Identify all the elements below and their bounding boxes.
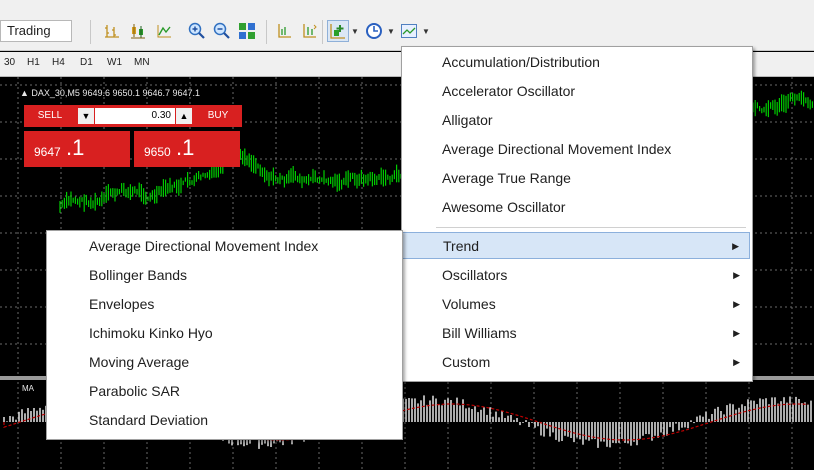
- menu-item-ichimoku-kinko-hyo[interactable]: Ichimoku Kinko Hyo: [47, 320, 400, 347]
- volume-increase-button[interactable]: ▲: [176, 108, 192, 124]
- submenu-arrow-icon: ▶: [733, 299, 740, 309]
- chevron-down-icon[interactable]: ▼: [351, 27, 359, 36]
- bar-chart-icon[interactable]: [101, 20, 123, 42]
- toolbar-separator: [266, 20, 267, 44]
- indicators-icon[interactable]: [327, 20, 349, 42]
- menu-item-label: Average True Range: [442, 170, 571, 186]
- menu-item-label: Ichimoku Kinko Hyo: [89, 325, 213, 341]
- tile-windows-icon[interactable]: [236, 20, 258, 42]
- volume-decrease-button[interactable]: ▼: [78, 108, 94, 124]
- chart-symbol-info: ▲ DAX_30,M5 9649.6 9650.1 9646.7 9647.1: [20, 88, 201, 98]
- trend-submenu: Average Directional Movement Index Bolli…: [46, 230, 403, 440]
- zoom-out-icon[interactable]: [211, 20, 233, 42]
- timeframe-w1[interactable]: W1: [107, 57, 122, 68]
- submenu-arrow-icon: ▶: [733, 328, 740, 338]
- menu-item-label: Volumes: [442, 296, 496, 312]
- buy-price-button[interactable]: 9650 .1: [134, 131, 240, 167]
- sell-price-button[interactable]: 9647 .1: [24, 131, 130, 167]
- one-click-trading-panel: SELL ▼ 0.30 ▲ BUY 9647 .1 9650 .1: [24, 105, 242, 167]
- menu-item-trend[interactable]: Trend ▶: [402, 232, 750, 259]
- menu-item-bollinger-bands[interactable]: Bollinger Bands: [47, 262, 400, 289]
- autoscroll-icon[interactable]: [298, 20, 320, 42]
- timeframe-h1[interactable]: H1: [27, 57, 40, 68]
- zoom-in-icon[interactable]: [186, 20, 208, 42]
- timeframe-d1[interactable]: D1: [80, 57, 93, 68]
- timeframe-mn[interactable]: MN: [134, 57, 150, 68]
- menu-item-label: Envelopes: [89, 296, 155, 312]
- menu-item-label: Custom: [442, 354, 491, 370]
- chevron-down-icon[interactable]: ▼: [422, 27, 430, 36]
- buy-price-suffix: .1: [176, 135, 195, 160]
- indicators-menu: Accumulation/Distribution Accelerator Os…: [401, 46, 753, 382]
- timeframe-h4[interactable]: H4: [52, 57, 65, 68]
- menu-item-label: Oscillators: [442, 267, 508, 283]
- menu-item-moving-average[interactable]: Moving Average: [47, 349, 400, 376]
- trade-panel-header: SELL ▼ 0.30 ▲ BUY: [24, 105, 242, 127]
- indicator-window-label: MA: [22, 384, 34, 393]
- menu-item-average-directional-movement-index[interactable]: Average Directional Movement Index: [402, 136, 750, 163]
- menu-item-label: Trend: [443, 238, 480, 254]
- templates-icon[interactable]: [398, 20, 420, 42]
- menu-item-label: Awesome Oscillator: [442, 199, 566, 215]
- menu-item-label: Accumulation/Distribution: [442, 54, 600, 70]
- submenu-arrow-icon: ▶: [733, 357, 740, 367]
- menu-item-parabolic-sar[interactable]: Parabolic SAR: [47, 378, 400, 405]
- menu-item-accumulation-distribution[interactable]: Accumulation/Distribution: [402, 49, 750, 76]
- timeframe-m30[interactable]: 30: [4, 57, 15, 68]
- submenu-arrow-icon: ▶: [732, 241, 739, 251]
- menu-item-label: Moving Average: [89, 354, 190, 370]
- submenu-arrow-icon: ▶: [733, 270, 740, 280]
- menu-item-awesome-oscillator[interactable]: Awesome Oscillator: [402, 194, 750, 221]
- buy-price-prefix: 9650: [144, 145, 171, 159]
- sell-price-suffix: .1: [66, 135, 85, 160]
- menu-item-label: Average Directional Movement Index: [442, 141, 672, 157]
- menu-item-label: Alligator: [442, 112, 493, 128]
- sell-button[interactable]: SELL: [24, 105, 76, 127]
- menu-item-bill-williams[interactable]: Bill Williams ▶: [402, 320, 750, 347]
- sell-price-prefix: 9647: [34, 145, 61, 159]
- menu-item-label: Standard Deviation: [89, 412, 209, 428]
- menu-item-label: Parabolic SAR: [89, 383, 181, 399]
- chart-shift-icon[interactable]: [273, 20, 295, 42]
- menu-item-label: Average Directional Movement Index: [89, 238, 319, 254]
- menu-item-envelopes[interactable]: Envelopes: [47, 291, 400, 318]
- menu-item-average-directional-movement-index[interactable]: Average Directional Movement Index: [47, 233, 400, 260]
- line-chart-icon[interactable]: [153, 20, 175, 42]
- toolbar: Trading ▼ ▼ ▼: [0, 0, 814, 51]
- menu-item-alligator[interactable]: Alligator: [402, 107, 750, 134]
- menu-item-label: Bollinger Bands: [89, 267, 188, 283]
- menu-item-average-true-range[interactable]: Average True Range: [402, 165, 750, 192]
- candlestick-icon[interactable]: [127, 20, 149, 42]
- menu-item-label: Bill Williams: [442, 325, 517, 341]
- menu-item-custom[interactable]: Custom ▶: [402, 349, 750, 376]
- menu-item-accelerator-oscillator[interactable]: Accelerator Oscillator: [402, 78, 750, 105]
- buy-button[interactable]: BUY: [194, 105, 242, 127]
- menu-item-volumes[interactable]: Volumes ▶: [402, 291, 750, 318]
- menu-item-label: Accelerator Oscillator: [442, 83, 576, 99]
- chevron-down-icon[interactable]: ▼: [387, 27, 395, 36]
- menu-separator: [436, 227, 746, 228]
- volume-input[interactable]: 0.30: [95, 108, 175, 124]
- account-selector[interactable]: Trading: [0, 20, 72, 42]
- menu-item-standard-deviation[interactable]: Standard Deviation: [47, 407, 400, 434]
- toolbar-separator: [322, 20, 323, 44]
- toolbar-separator: [90, 20, 91, 44]
- periods-icon[interactable]: [363, 20, 385, 42]
- menu-item-oscillators[interactable]: Oscillators ▶: [402, 262, 750, 289]
